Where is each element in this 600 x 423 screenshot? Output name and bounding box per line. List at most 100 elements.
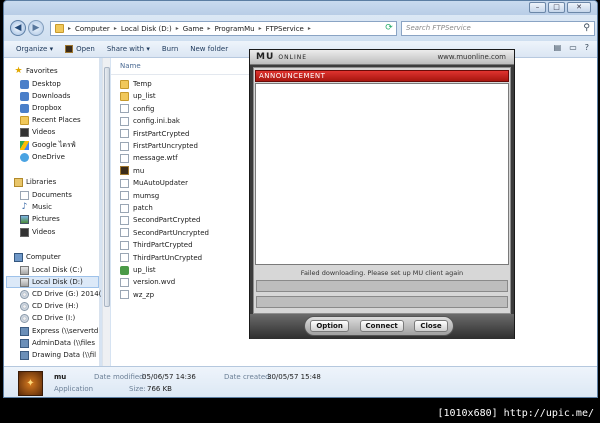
nav-scroll-thumb[interactable] [104,67,110,307]
file-row[interactable]: MuAutoUpdater [120,177,188,189]
network-drive-icon [20,338,29,348]
file-row[interactable]: up_list [120,90,156,102]
file-row[interactable]: mu [120,165,144,177]
file-row[interactable]: patch [120,202,153,214]
nav-item-music[interactable]: ♪ Music [20,201,52,213]
search-input[interactable]: Search FTPService ⚲ [401,21,595,36]
file-row[interactable]: SecondPartUncrypted [120,227,209,239]
nav-item-videos-fav[interactable]: Videos [20,126,55,138]
file-icon [120,253,129,263]
nav-item-dropbox[interactable]: Dropbox [20,102,62,114]
file-row[interactable]: wz_zp [120,289,154,301]
nav-item-videos-lib[interactable]: Videos [20,226,55,238]
help-icon[interactable]: ? [585,43,589,52]
file-name: ThirdPartCrypted [133,241,193,250]
breadcrumb-local-disk-d[interactable]: Local Disk (D:) [121,25,172,33]
preview-pane-icon[interactable]: ▭ [569,43,577,52]
file-row[interactable]: mumsg [120,190,159,202]
file-row[interactable]: config.ini.bak [120,115,180,127]
file-row[interactable]: version.wvd [120,276,175,288]
file-name: wz_zp [133,290,155,299]
size-label: Size: [129,385,146,393]
app-icon [65,45,74,53]
title-bar[interactable]: – □ ✕ [4,1,597,15]
open-button[interactable]: Open [65,45,95,53]
folder-icon [55,24,64,33]
file-icon [120,290,129,300]
libraries-icon [14,177,23,187]
mu-header[interactable]: MU ONLINE www.muonline.com [250,50,514,65]
connect-button[interactable]: Connect [359,320,404,332]
nav-item-local-disk-c[interactable]: Local Disk (C:) [20,264,82,276]
file-name: ThirdPartUnCrypted [133,253,203,262]
videos-icon [20,227,29,237]
nav-item-admindata[interactable]: AdminData (\\files [20,337,95,349]
nav-item-cd-drive-g[interactable]: CD Drive (G:) 2014( [20,288,101,300]
nav-item-google-drive[interactable]: Google ไดรฟ์ [20,139,76,151]
burn-button[interactable]: Burn [162,45,178,53]
date-created-value: 30/05/57 15:48 [267,373,321,381]
refresh-icon[interactable]: ⟳ [383,22,395,34]
maximize-button[interactable]: □ [548,2,565,13]
nav-item-documents[interactable]: Documents [20,189,72,201]
mu-launcher-dialog: MU ONLINE www.muonline.com ANNOUNCEMENT … [249,49,515,339]
nav-computer-header[interactable]: Computer [14,251,61,263]
file-name: up_list [133,92,156,101]
close-window-button[interactable]: ✕ [567,2,591,13]
nav-item-local-disk-d[interactable]: Local Disk (D:) [6,276,99,288]
file-icon [120,203,129,213]
search-icon: ⚲ [583,23,590,33]
file-row[interactable]: config [120,103,154,115]
nav-item-onedrive[interactable]: OneDrive [20,151,65,163]
dropbox-icon [20,103,29,113]
nav-item-desktop[interactable]: Desktop [20,78,61,90]
file-name: MuAutoUpdater [133,179,188,188]
nav-item-downloads[interactable]: Downloads [20,90,70,102]
mu-exe-icon [120,166,129,176]
total-progress-bar [256,296,508,308]
nav-favorites-header[interactable]: ★ Favorites [14,65,57,77]
file-icon [120,228,129,238]
organize-button[interactable]: Organize ▾ [16,45,53,53]
nav-item-pictures[interactable]: Pictures [20,213,60,225]
file-row[interactable]: SecondPartCrypted [120,214,200,226]
minimize-button[interactable]: – [529,2,546,13]
option-button[interactable]: Option [310,320,349,332]
file-row[interactable]: FirstPartCrypted [120,128,189,140]
address-bar[interactable]: ▸ Computer ▸ Local Disk (D:) ▸ Game ▸ Pr… [50,21,397,36]
close-button[interactable]: Close [414,320,448,332]
file-name: config.ini.bak [133,117,180,126]
breadcrumb-ftpservice[interactable]: FTPService [266,25,304,33]
column-header-name[interactable]: Name [111,58,251,75]
videos-icon [20,127,29,137]
view-options-icon[interactable]: ▤ [554,43,562,52]
file-row[interactable]: message.wtf [120,152,178,164]
file-row[interactable]: ThirdPartUnCrypted [120,252,202,264]
nav-libraries-header[interactable]: Libraries [14,176,56,188]
address-bar-area: ◀ ▶ ▸ Computer ▸ Local Disk (D:) ▸ Game … [4,15,597,41]
file-row[interactable]: FirstPartUncrypted [120,140,198,152]
file-icon [120,240,129,250]
nav-item-express[interactable]: Express (\\servertd [20,325,98,337]
nav-item-recent-places[interactable]: Recent Places [20,114,81,126]
nav-item-drawing-data[interactable]: Drawing Data (\\fil [20,349,96,361]
details-name: mu [54,373,67,381]
mu-button-area: Option Connect Close [250,314,514,339]
breadcrumb-game[interactable]: Game [183,25,204,33]
new-folder-button[interactable]: New folder [190,45,228,53]
file-row[interactable]: ThirdPartCrypted [120,239,193,251]
nav-scrollbar[interactable] [102,58,110,366]
share-with-button[interactable]: Share with ▾ [107,45,150,53]
nav-item-cd-drive-h[interactable]: CD Drive (H:) [20,300,78,312]
details-type: Application [54,385,94,393]
file-name: FirstPartUncrypted [133,142,198,150]
nav-item-cd-drive-i[interactable]: CD Drive (I:) [20,312,75,324]
cd-drive-icon [20,313,29,323]
file-name: SecondPartCrypted [133,216,201,225]
forward-button[interactable]: ▶ [28,20,44,36]
back-button[interactable]: ◀ [10,20,26,36]
breadcrumb-programmu[interactable]: ProgramMu [215,25,255,33]
file-row[interactable]: up_list [120,264,156,276]
breadcrumb-computer[interactable]: Computer [75,25,110,33]
file-row[interactable]: Temp [120,78,152,90]
